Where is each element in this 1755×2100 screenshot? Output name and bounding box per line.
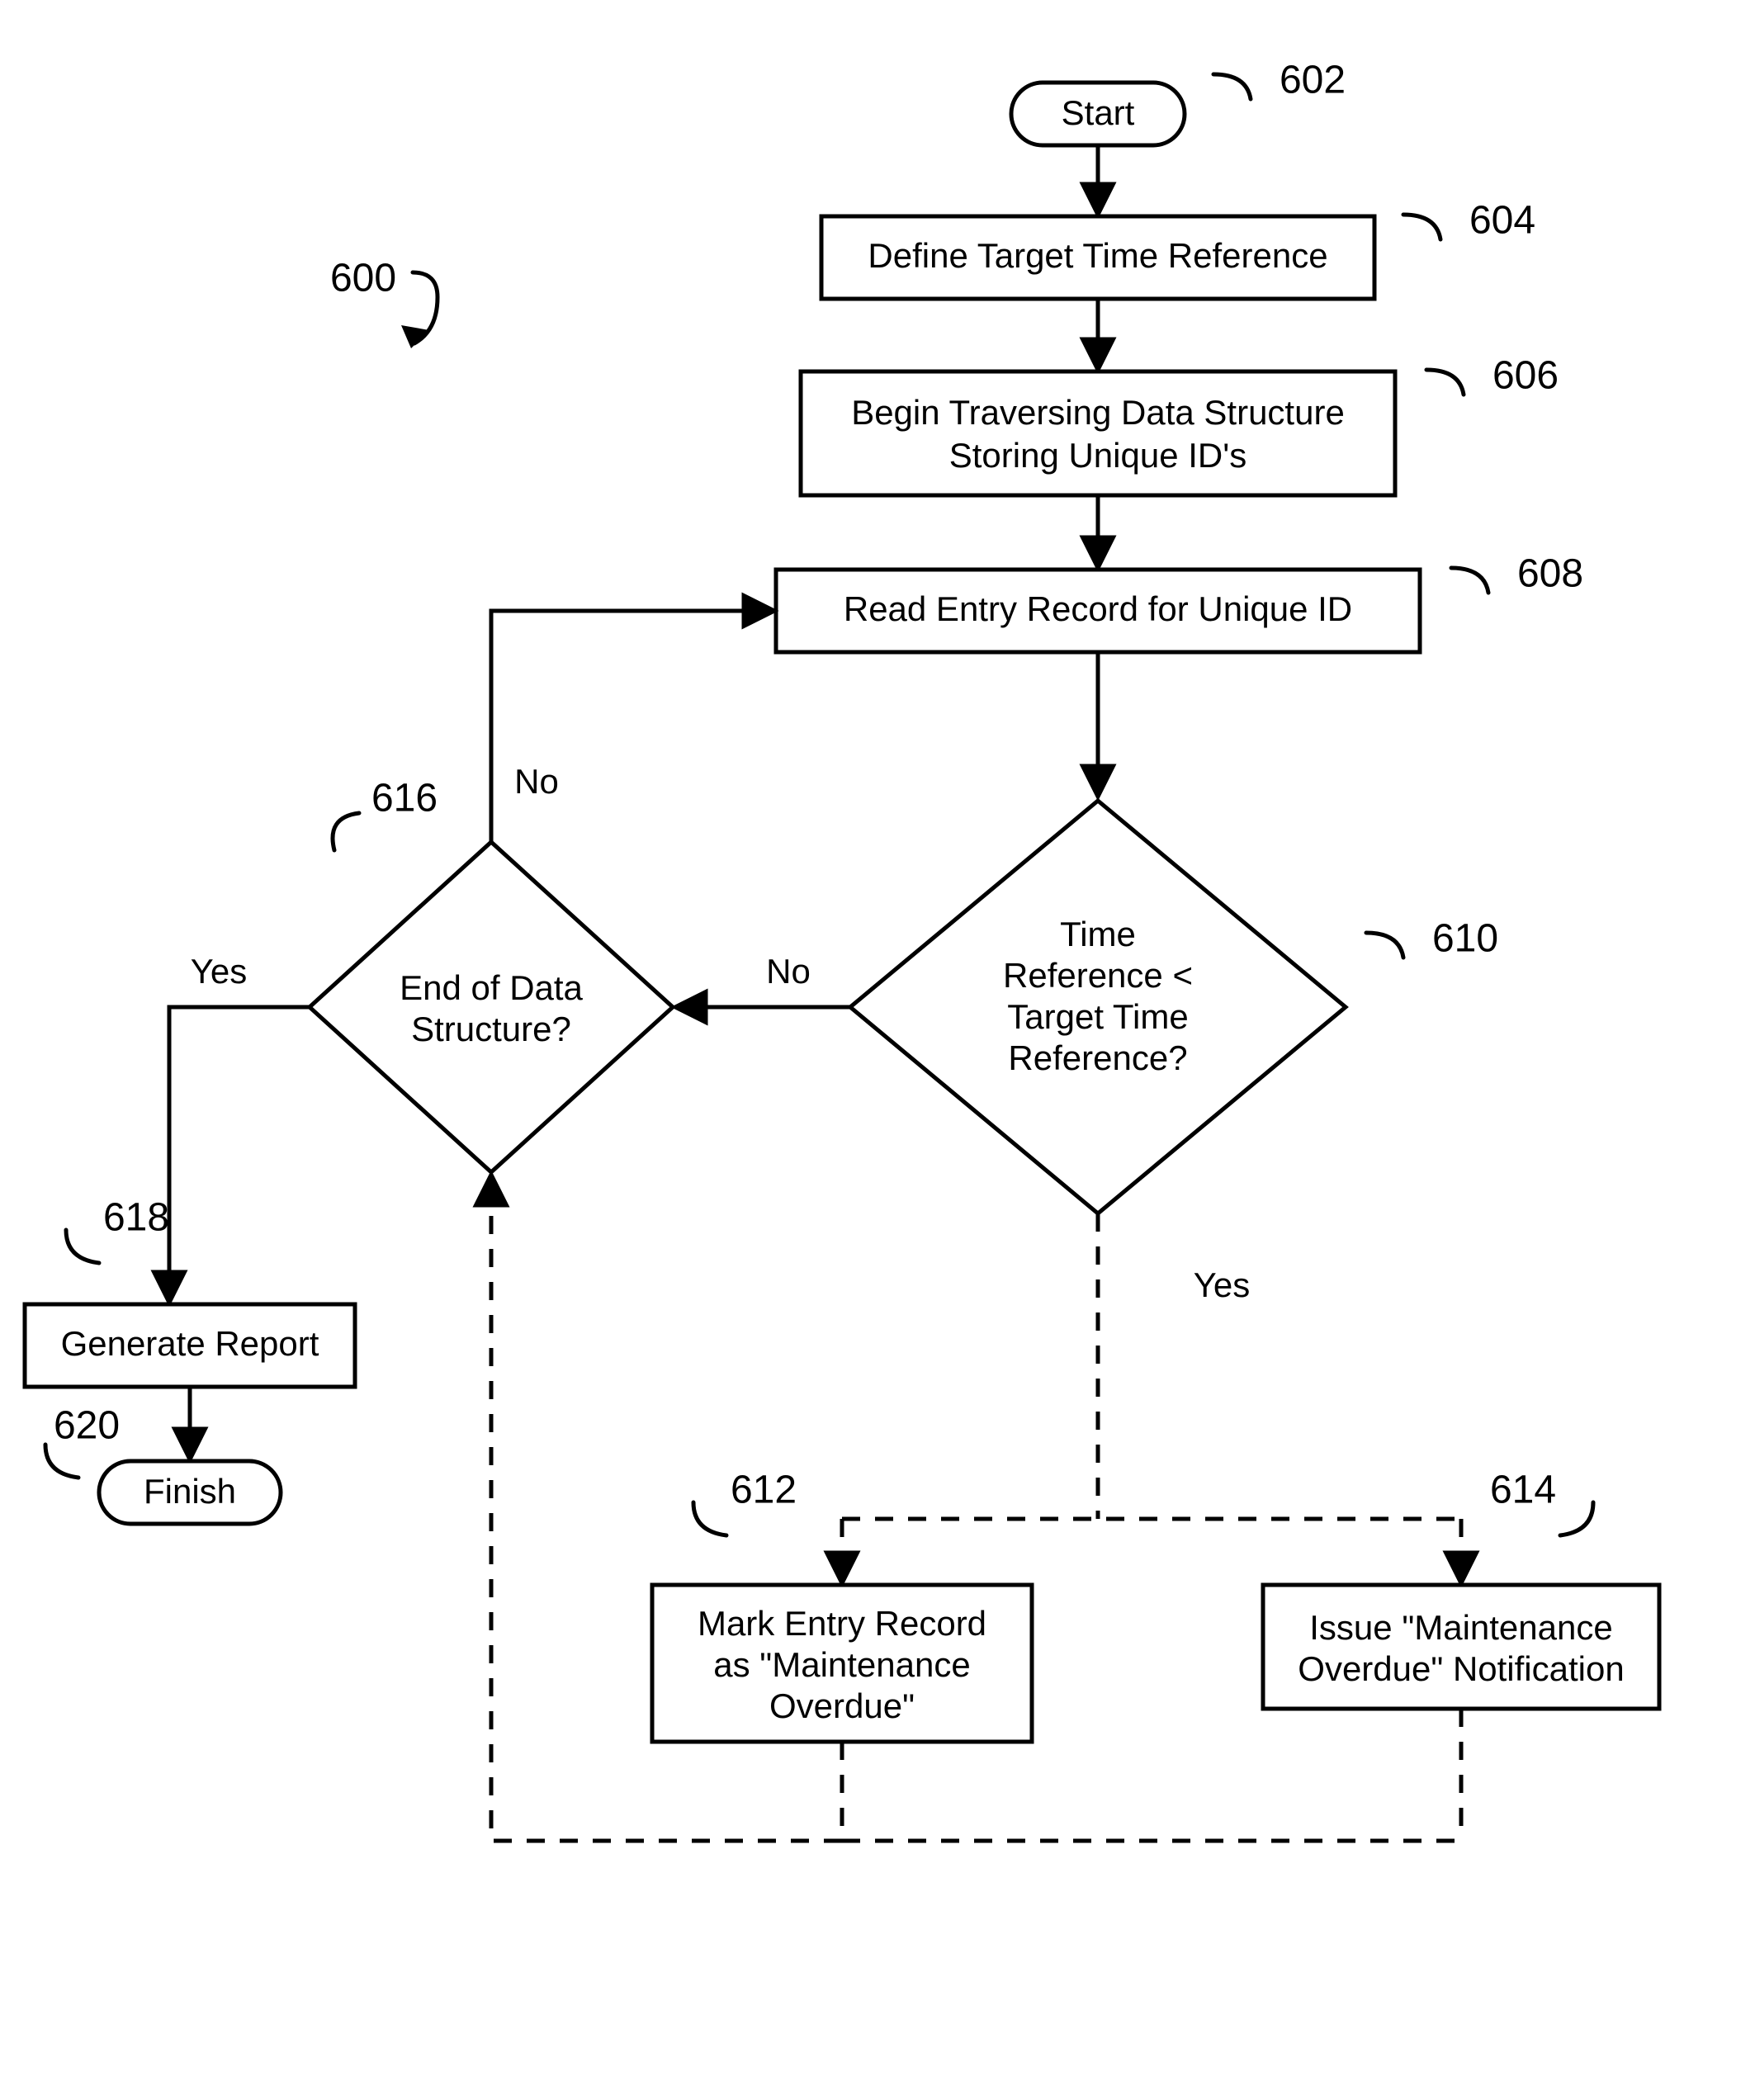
- node-612-l3: Overdue": [769, 1686, 915, 1725]
- node-614-l1: Issue "Maintenance: [1309, 1608, 1612, 1647]
- ref-608: 608: [1517, 552, 1583, 596]
- node-606-label-a: Begin Traversing Data Structure: [851, 393, 1345, 432]
- node-610-l1: Time: [1060, 915, 1136, 953]
- node-616-l1: End of Data: [400, 968, 583, 1007]
- node-606: [801, 371, 1395, 495]
- edge-616-no-label: No: [514, 762, 559, 801]
- edge-616-yes-618: [169, 1007, 310, 1301]
- node-606-label-b: Storing Unique ID's: [949, 436, 1247, 475]
- ref-614: 614: [1490, 1469, 1556, 1512]
- edge-610-no-label: No: [766, 952, 811, 991]
- edge-616-yes-label: Yes: [191, 952, 248, 991]
- node-618-label: Generate Report: [61, 1324, 319, 1363]
- ref-618: 618: [103, 1196, 169, 1240]
- ref-616: 616: [371, 777, 438, 821]
- node-614-l2: Overdue" Notification: [1298, 1649, 1624, 1688]
- node-604-label: Define Target Time Reference: [868, 236, 1327, 275]
- edge-610-yes-label: Yes: [1194, 1265, 1251, 1304]
- ref-606: 606: [1492, 354, 1559, 398]
- edge-616-no-608: [491, 611, 773, 842]
- node-608-label: Read Entry Record for Unique ID: [844, 589, 1352, 628]
- node-616-l2: Structure?: [411, 1010, 571, 1048]
- ref-600: 600: [330, 257, 396, 300]
- node-612-l2: as "Maintenance: [713, 1645, 970, 1684]
- ref-602: 602: [1280, 59, 1346, 102]
- flowchart: 600 Start 602 Define Target Time Referen…: [0, 0, 1755, 2100]
- ref-610: 610: [1432, 917, 1498, 961]
- node-610-l3: Target Time: [1007, 997, 1188, 1036]
- node-610-l2: Reference <: [1003, 956, 1193, 995]
- finish-label: Finish: [144, 1472, 236, 1511]
- node-610-l4: Reference?: [1008, 1038, 1187, 1077]
- ref-620: 620: [54, 1404, 120, 1448]
- ref-604: 604: [1469, 199, 1535, 243]
- node-612-l1: Mark Entry Record: [698, 1604, 986, 1643]
- start-label: Start: [1062, 93, 1135, 132]
- ref-612: 612: [731, 1469, 797, 1512]
